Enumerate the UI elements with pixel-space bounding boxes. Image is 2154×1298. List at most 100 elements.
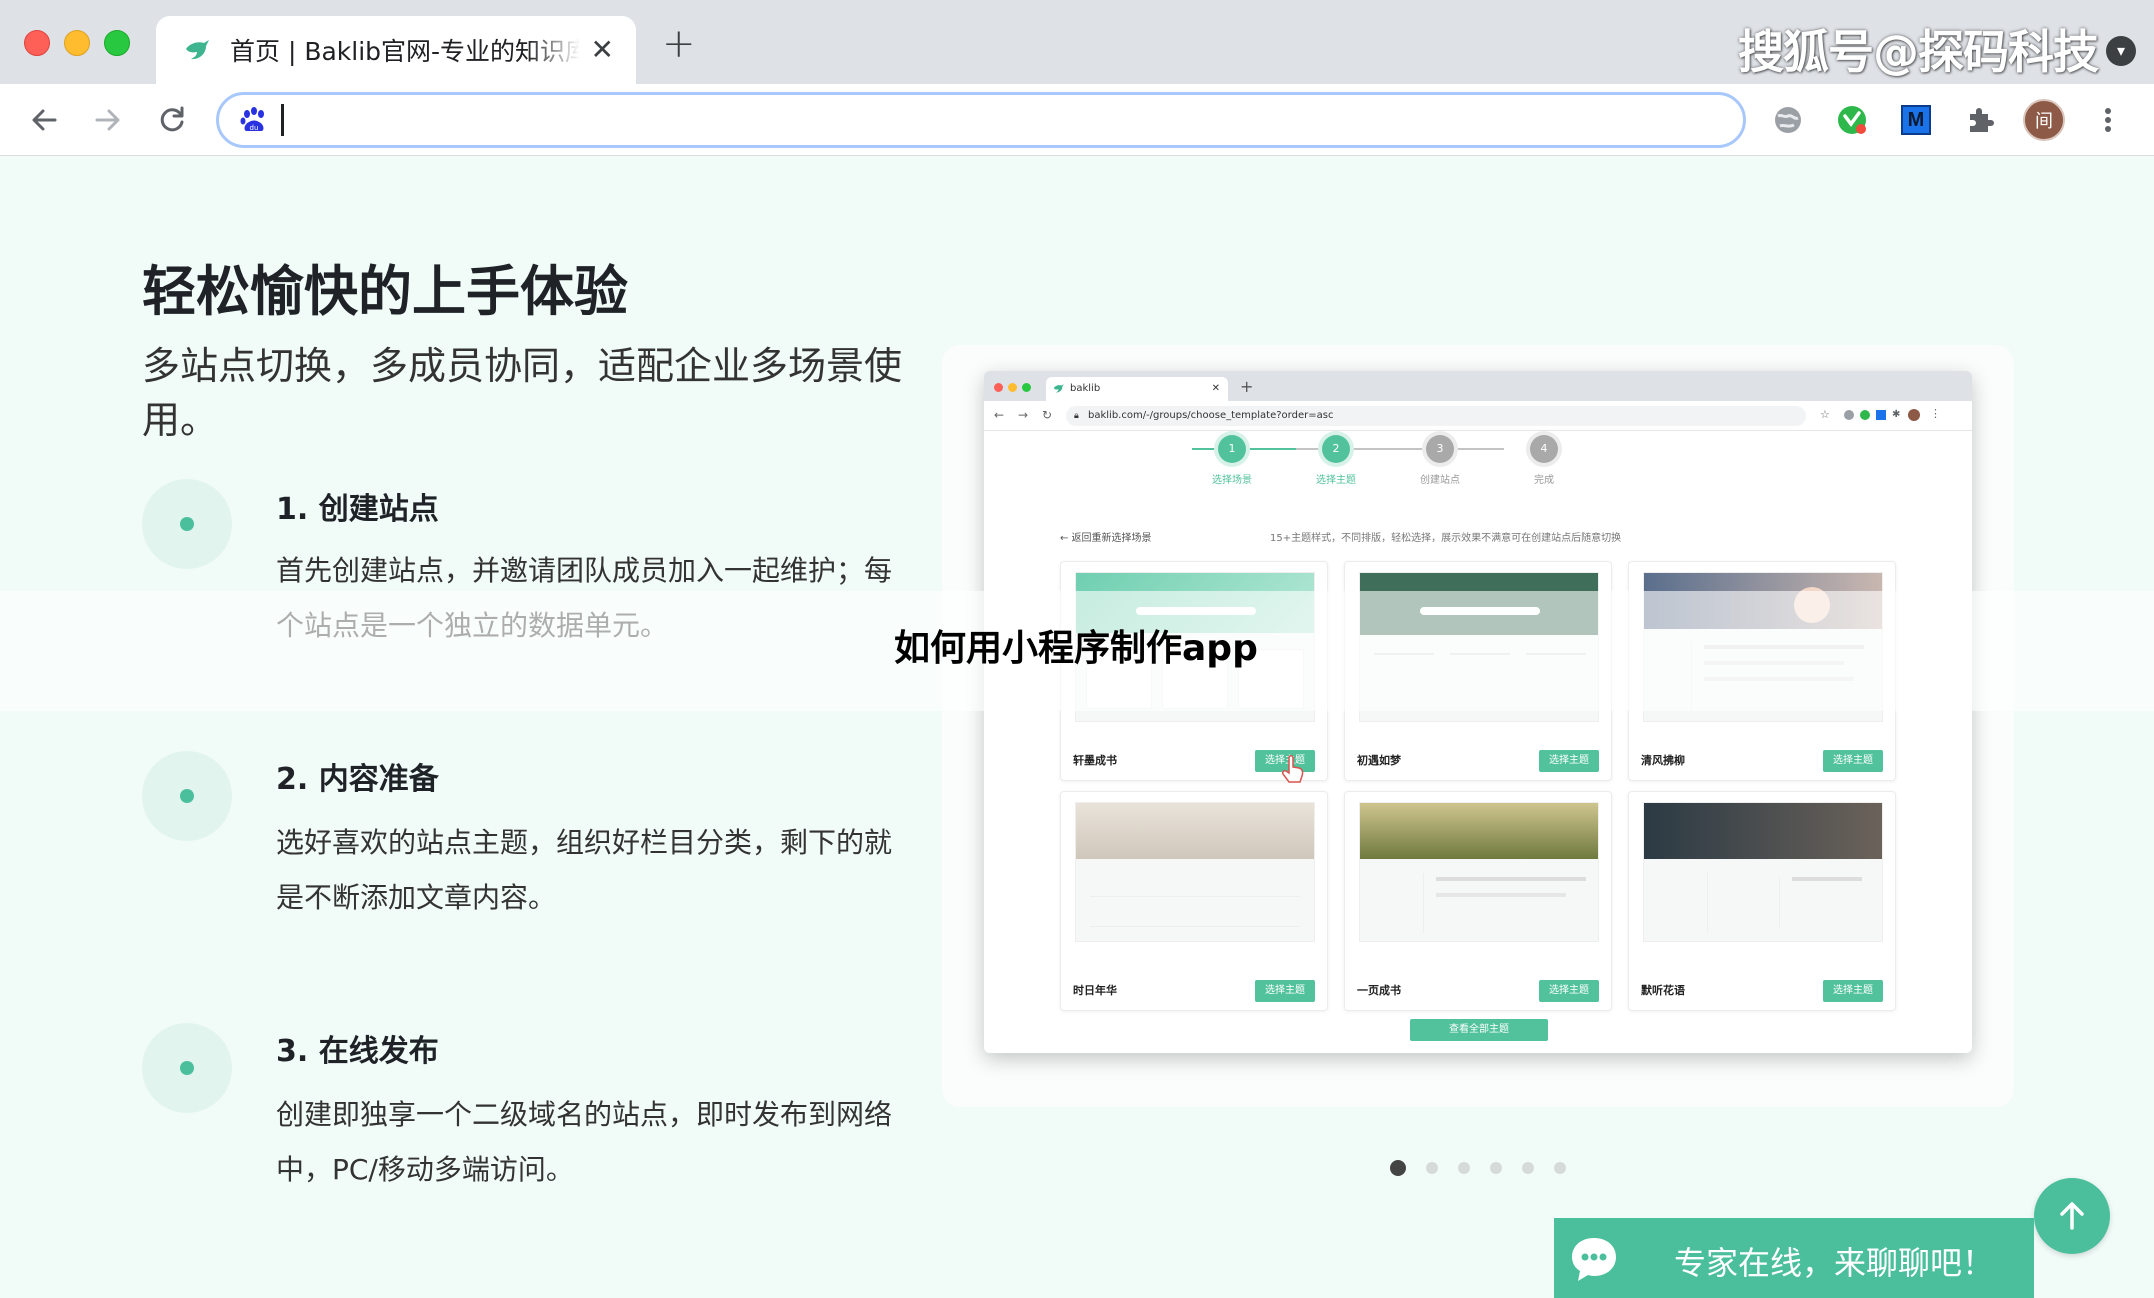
choose-theme-button: 选择主题 [1539,980,1599,1002]
theme-card: 一页成书 选择主题 [1344,791,1612,1011]
mock-forward-icon: → [1018,408,1029,422]
theme-card: 默听花语 选择主题 [1628,791,1896,1011]
browser-tab-active[interactable]: 首页 | Baklib官网-专业的知识库产品 ✕ [156,16,636,84]
reload-icon [160,106,184,132]
theme-name: 轩墨成书 [1073,754,1117,767]
feature-2-desc: 选好喜欢的站点主题，组织好栏目分类，剩下的就是不断添加文章内容。 [276,826,893,914]
theme-name: 默听花语 [1641,984,1685,997]
forward-button[interactable] [86,98,130,142]
step-3: 3 创建站点 [1400,435,1480,486]
theme-name: 时日年华 [1073,984,1117,997]
carousel-indicators [1390,1160,1566,1176]
choose-theme-button: 选择主题 [1539,750,1599,772]
step-4-circle: 4 [1530,435,1558,463]
svg-text:du: du [250,124,259,132]
step-1: 1 选择场景 [1192,435,1272,486]
reload-button[interactable] [150,98,194,142]
extension-globe-button[interactable] [1766,98,1810,142]
mock-star-icon: ☆ [1820,408,1830,421]
mock-globe-icon [1844,410,1854,420]
mock-tab-bar: baklib ✕ + [984,371,1972,401]
theme-thumbnail [1359,802,1599,942]
step-3-label: 创建站点 [1420,475,1460,486]
theme-name: 初遇如梦 [1357,754,1401,767]
maximize-window-button[interactable] [104,30,130,56]
carousel-dot[interactable] [1522,1162,1534,1174]
browser-menu-button[interactable] [2086,98,2130,142]
address-bar[interactable]: du [216,92,1746,148]
tab-title: 首页 | Baklib官网-专业的知识库产品 [230,37,580,66]
avatar: 间 [2023,99,2065,141]
step-4-label: 完成 [1534,475,1554,486]
mock-menu-icon: ⋮ [1930,407,1941,420]
more-vertical-icon [2105,108,2111,132]
step-1-label: 选择场景 [1212,475,1252,486]
carousel-dot[interactable] [1390,1160,1406,1176]
mock-bird-icon [1053,384,1064,393]
mock-puzzle-icon: ✱ [1892,409,1901,420]
carousel-dot[interactable] [1426,1162,1438,1174]
green-check-icon [1838,106,1866,134]
address-input[interactable] [288,106,1743,134]
mock-plus-icon: + [1240,377,1254,396]
minimize-window-button[interactable] [64,30,90,56]
globe-icon [1775,107,1801,133]
mock-url-text: baklib.com/-/groups/choose_template?orde… [1088,410,1334,421]
mock-close-dot [994,383,1003,392]
chat-widget-button[interactable]: 专家在线，来聊聊吧！ [1554,1218,2034,1298]
browser-toolbar: du M 间 [0,84,2154,156]
feature-1-bullet-icon [142,479,232,569]
new-tab-button[interactable]: + [662,24,696,64]
tab-close-icon[interactable]: ✕ [591,34,614,66]
choose-theme-button: 选择主题 [1823,980,1883,1002]
section-subtitle: 多站点切换，多成员协同，适配企业多场景使用。 [142,344,903,442]
theme-name: 一页成书 [1357,984,1401,997]
baklib-bird-icon [186,40,209,60]
mock-lock-icon: 🔒︎ [1074,411,1079,421]
theme-thumbnail [1075,802,1315,942]
baidu-paw-icon: du [240,107,264,132]
carousel-dot[interactable] [1458,1162,1470,1174]
feature-3-desc: 创建即独享一个二级域名的站点，即时发布到网络中，PC/移动多端访问。 [276,1098,893,1186]
mock-m-icon [1876,410,1886,420]
feature-2-bullet-icon [142,751,232,841]
page-content: 轻松愉快的上手体验 多站点切换，多成员协同，适配企业多场景使用。 1. 创建站点… [0,157,2154,1298]
feature-3-bullet-icon [142,1023,232,1113]
profile-button[interactable]: 间 [2022,98,2066,142]
mock-back-icon: ← [994,408,1005,422]
preview-screenshot: baklib ✕ + ← → ↻ 🔒︎ baklib.com/-/groups/… [984,371,1972,1053]
step-4: 4 完成 [1504,435,1584,486]
close-window-button[interactable] [24,30,50,56]
carousel-dot[interactable] [1490,1162,1502,1174]
step-2: 2 选择主题 [1296,435,1376,486]
mock-reload-icon: ↻ [1042,408,1053,422]
feature-3-title: 3. 在线发布 [276,1034,439,1069]
text-caret [281,104,284,136]
extensions-button[interactable] [1958,98,2002,142]
mock-tab-label: baklib [1070,383,1101,394]
m-logo-icon: M [1901,105,1931,135]
puzzle-icon [1970,108,1994,132]
mock-hint: 15+主题样式，不同排版，轻松选择，展示效果不满意可在创建站点后随意切换 [1270,533,1622,544]
carousel-dot[interactable] [1554,1162,1566,1174]
arrow-right-icon [95,109,120,131]
mock-tab: baklib ✕ [1046,377,1228,401]
browser-tab-bar: 首页 | Baklib官网-专业的知识库产品 ✕ + 搜狐号@探码科技 ▾ [0,0,2154,84]
choose-theme-button: 选择主题 [1823,750,1883,772]
extension-green-button[interactable] [1830,98,1874,142]
theme-card: 时日年华 选择主题 [1060,791,1328,1011]
mock-green-icon [1860,410,1870,420]
hand-cursor-icon [1282,755,1304,783]
feature-2-title: 2. 内容准备 [276,762,439,797]
extension-m-button[interactable]: M [1894,98,1938,142]
chevron-down-icon: ▾ [2106,36,2136,66]
mock-min-dot [1008,383,1017,392]
mock-address-bar: ← → ↻ 🔒︎ baklib.com/-/groups/choose_temp… [984,401,1972,431]
arrow-left-icon [32,109,57,131]
mock-url: 🔒︎ baklib.com/-/groups/choose_template?o… [1066,406,1806,426]
back-button[interactable] [22,98,66,142]
step-2-label: 选择主题 [1316,475,1356,486]
step-1-circle: 1 [1218,435,1246,463]
scroll-to-top-button[interactable] [2034,1178,2110,1254]
mock-tab-close-icon: ✕ [1211,383,1220,394]
